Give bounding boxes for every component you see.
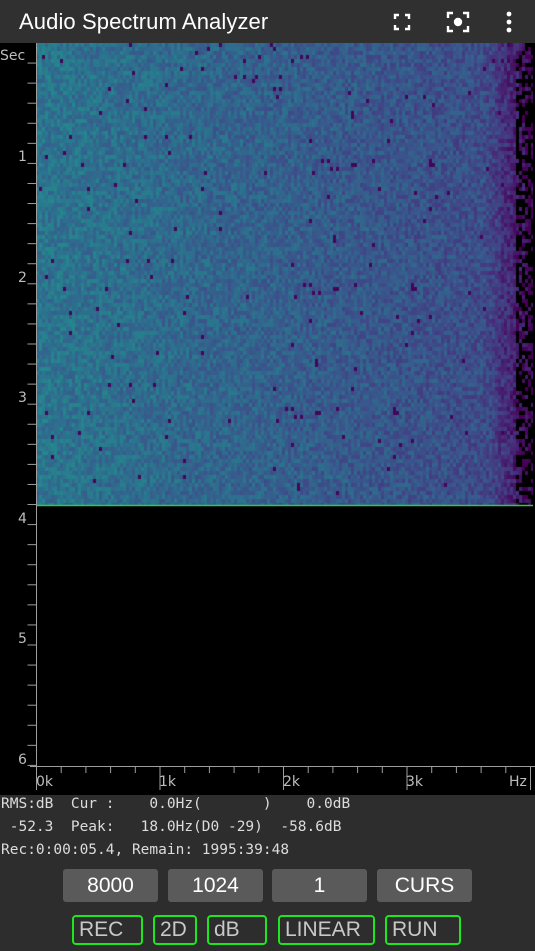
cursor-button[interactable]: CURS [377, 869, 472, 902]
fft-size-button[interactable]: 1024 [168, 869, 263, 902]
y-tick-label: 3 [18, 390, 27, 406]
app-title: Audio Spectrum Analyzer [19, 9, 269, 34]
peak-readout: -52.3 Peak: 18.0Hz(D0 -29) -58.6dB [1, 819, 342, 835]
more-vert-icon [506, 11, 512, 33]
average-button[interactable]: 1 [272, 869, 367, 902]
x-tick-label: 2k [283, 774, 301, 790]
freq-axis-toggle[interactable]: LINEAR [278, 915, 375, 945]
x-tick-label: 3k [406, 774, 424, 790]
y-tick-label: 2 [18, 270, 27, 286]
fullscreen-button[interactable] [388, 8, 416, 36]
y-tick-label: 5 [18, 631, 27, 647]
cursor-readout: RMS:dB Cur : 0.0Hz( ) 0.0dB [1, 796, 351, 812]
screenshot-icon [446, 11, 470, 33]
y-tick-label: 6 [18, 752, 27, 768]
spectrogram-image[interactable] [36, 43, 533, 505]
info-panel: RMS:dB Cur : 0.0Hz( ) 0.0dB -52.3 Peak: … [0, 795, 535, 865]
x-tick-label: 0k [36, 774, 54, 790]
x-tick-label: 1k [159, 774, 177, 790]
fullscreen-icon [393, 13, 411, 31]
app-bar: Audio Spectrum Analyzer [0, 0, 535, 43]
sample-rate-button[interactable]: 8000 [63, 869, 158, 902]
recording-time-readout: Rec:0:00:05.4, Remain: 1995:39:48 [1, 842, 290, 858]
scale-toggle[interactable]: dB [207, 915, 267, 945]
y-tick-label: 4 [18, 511, 27, 527]
x-axis-unit-label: Hz [509, 774, 527, 790]
screenshot-button[interactable] [444, 8, 472, 36]
y-tick-label: 1 [18, 149, 27, 165]
more-options-button[interactable] [495, 8, 523, 36]
view-toggle[interactable]: 2D [153, 915, 197, 945]
rec-toggle[interactable]: REC [72, 915, 143, 945]
run-toggle[interactable]: RUN [385, 915, 461, 945]
y-axis-unit-label: Sec [0, 48, 26, 64]
